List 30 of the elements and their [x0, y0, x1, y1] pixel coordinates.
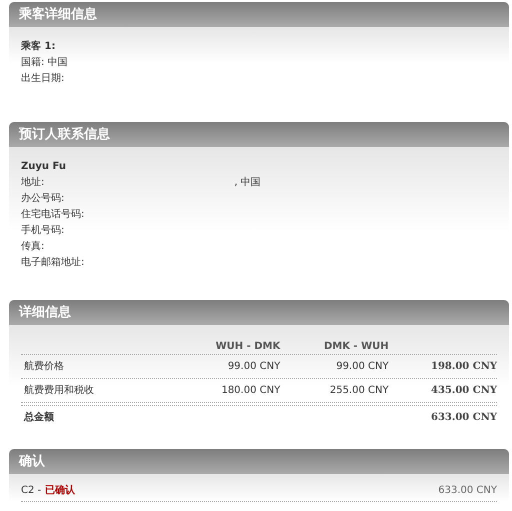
section-header: 确认 [9, 449, 509, 474]
section-header: 乘客详细信息 [9, 2, 509, 27]
table-cell-text: 198.00 CNY [430, 360, 497, 374]
total-amount: 633.00 CNY [430, 411, 497, 425]
booking-code: C2 - [21, 484, 42, 498]
section-header: 详细信息 [9, 300, 509, 325]
contact-field-label: 手机号码: [21, 224, 64, 238]
contact-field-label: 电子邮箱地址: [21, 256, 84, 270]
table-cell-text: 99.00 CNY [335, 360, 389, 374]
table-cell-text: 航费费用和税收 [23, 384, 95, 398]
table-cell-text: 180.00 CNY [220, 384, 280, 398]
table-cell-text: 航费价格 [23, 360, 65, 374]
address-text: , 中国 [234, 176, 261, 190]
address-label: 地址: [21, 176, 44, 190]
contact-field-label: 办公号码: [21, 192, 64, 206]
table-cell-text: 255.00 CNY [328, 384, 389, 398]
column-header: WUH - DMK [214, 340, 280, 354]
table-cell-text: 99.00 CNY [226, 360, 280, 374]
contact-field-label: 住宅电话号码: [21, 208, 84, 222]
status-text: 已确认 [45, 484, 76, 498]
passenger-label: 乘客 1: [21, 39, 56, 54]
amount-text: 633.00 CNY [438, 484, 497, 498]
table-cell-text: 435.00 CNY [430, 384, 497, 398]
nationality-text: 国籍: 中国 [21, 56, 68, 70]
birth-date-label: 出生日期: [21, 72, 64, 86]
column-header: DMK - WUH [322, 340, 389, 354]
total-label: 总金额 [22, 410, 55, 425]
contact-field-label: 传真: [21, 240, 44, 254]
contact-name: Zuyu Fu [21, 160, 66, 174]
section-header: 预订人联系信息 [9, 122, 509, 147]
